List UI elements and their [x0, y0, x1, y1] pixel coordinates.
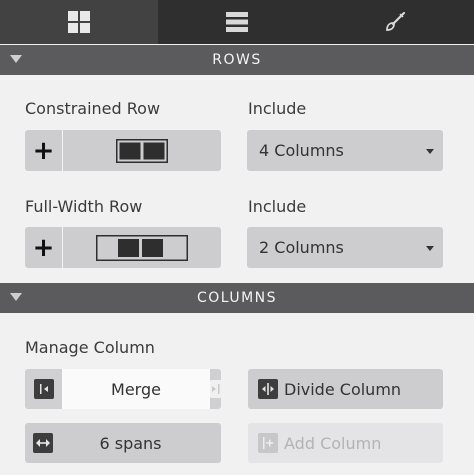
- brush-icon: [386, 11, 406, 31]
- two-column-fullwidth-icon: [96, 234, 188, 261]
- fullwidth-columns-value: 2 Columns: [259, 238, 344, 257]
- fullwidth-row-preview: [63, 227, 221, 268]
- include-label-2: Include: [248, 197, 307, 216]
- divide-column-icon: [258, 379, 278, 399]
- dropdown-arrow-icon: [426, 149, 434, 154]
- add-constrained-row-button[interactable]: +: [25, 130, 221, 171]
- constrained-row-label: Constrained Row: [25, 99, 161, 118]
- columns-section-title: COLUMNS: [196, 290, 278, 306]
- merge-right-button[interactable]: [209, 369, 222, 409]
- add-column-label: Add Column: [284, 433, 382, 453]
- collapse-caret-icon[interactable]: [10, 293, 22, 301]
- dropdown-arrow-icon: [426, 246, 434, 251]
- add-fullwidth-row-button[interactable]: +: [25, 227, 221, 268]
- fullwidth-row-label: Full-Width Row: [25, 197, 143, 216]
- layout-grid-icon: [68, 11, 90, 33]
- merge-control: Merge: [25, 369, 222, 409]
- rows-section-title: ROWS: [212, 52, 262, 68]
- constrained-columns-value: 4 Columns: [259, 141, 344, 160]
- manage-column-label: Manage Column: [25, 338, 155, 357]
- top-tab-bar: [0, 0, 474, 44]
- rows-section-header[interactable]: ROWS: [0, 45, 474, 75]
- resize-width-icon: [33, 433, 53, 453]
- constrained-row-preview: [63, 130, 221, 171]
- merge-right-icon: [209, 380, 222, 398]
- add-column-icon: [258, 433, 278, 453]
- include-label-1: Include: [248, 99, 307, 118]
- merge-button[interactable]: Merge: [62, 369, 210, 409]
- tab-layout[interactable]: [0, 0, 158, 44]
- tab-list[interactable]: [158, 0, 316, 44]
- plus-icon: +: [25, 130, 63, 171]
- two-column-constrained-icon: [116, 138, 168, 163]
- fullwidth-columns-select[interactable]: 2 Columns: [247, 227, 443, 268]
- divide-column-label: Divide Column: [284, 379, 402, 399]
- list-icon: [226, 12, 248, 32]
- merge-left-button[interactable]: [25, 369, 62, 409]
- collapse-caret-icon[interactable]: [10, 55, 22, 63]
- columns-section-header[interactable]: COLUMNS: [0, 283, 474, 313]
- column-spans-value: 6 spans: [99, 433, 162, 453]
- tab-style[interactable]: [316, 0, 474, 44]
- divide-column-button[interactable]: Divide Column: [248, 369, 443, 409]
- plus-icon: +: [25, 227, 63, 268]
- merge-left-icon: [33, 379, 54, 399]
- column-spans-select[interactable]: 6 spans: [25, 423, 221, 463]
- constrained-columns-select[interactable]: 4 Columns: [247, 130, 443, 171]
- add-column-button[interactable]: Add Column: [248, 423, 443, 463]
